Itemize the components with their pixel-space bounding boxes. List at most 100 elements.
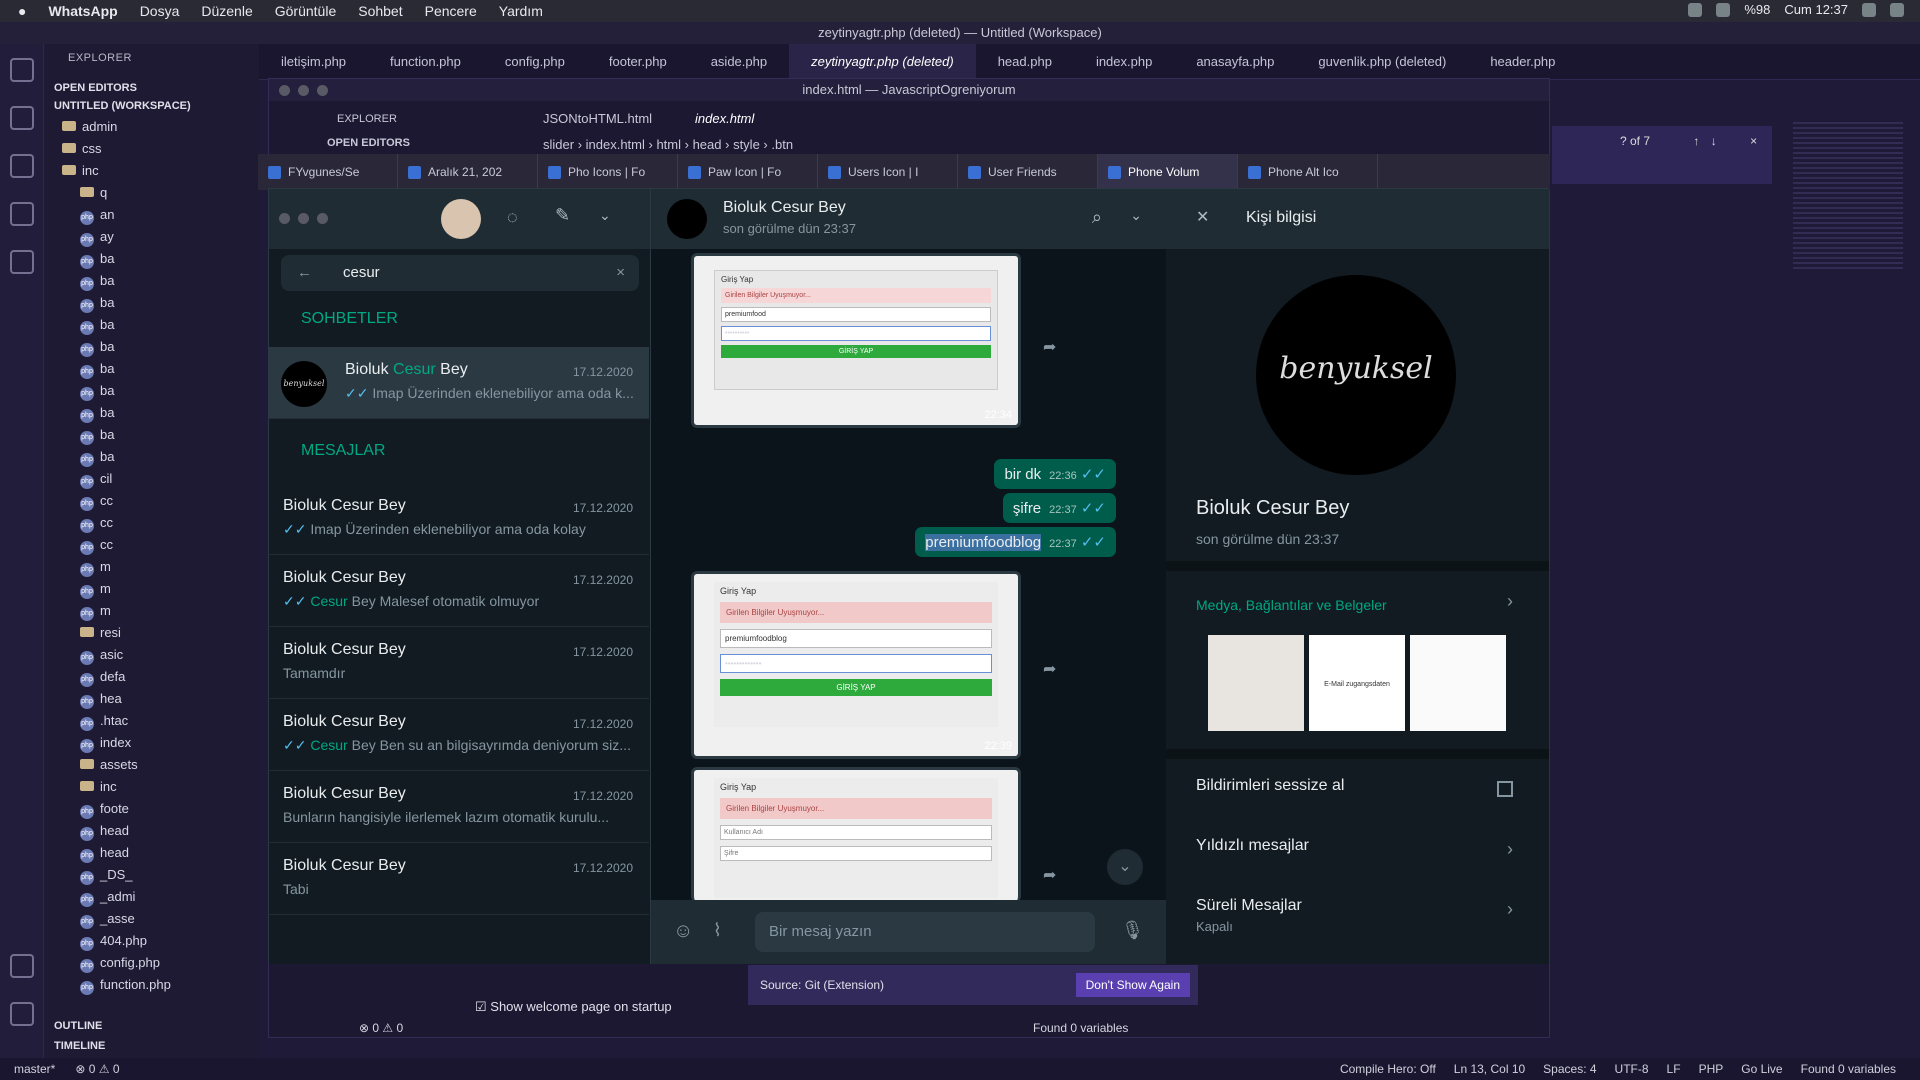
- timeline-section[interactable]: TIMELINE: [44, 1034, 105, 1052]
- wa-close-dot[interactable]: [279, 213, 290, 224]
- menu-view[interactable]: Görüntüle: [275, 3, 336, 19]
- browser-tab[interactable]: User Friends: [958, 154, 1098, 190]
- file-tree-item[interactable]: _admi: [52, 886, 259, 908]
- file-tree-item[interactable]: ba: [52, 248, 259, 270]
- search-icon[interactable]: [10, 106, 34, 130]
- file-tree-item[interactable]: ba: [52, 402, 259, 424]
- find-widget[interactable]: ? of 7 ↑ ↓ ×: [1552, 126, 1772, 184]
- run-debug-icon[interactable]: [10, 202, 34, 226]
- file-tree-item[interactable]: cil: [52, 468, 259, 490]
- file-tree-item[interactable]: resi: [52, 622, 259, 644]
- message-result-row[interactable]: Bioluk Cesur Bey 17.12.2020 ✓✓ Cesur Bey M…: [269, 555, 649, 627]
- open-editors-section[interactable]: OPEN EDITORS: [44, 76, 259, 94]
- eol-status[interactable]: LF: [1667, 1062, 1681, 1076]
- file-tree-item[interactable]: inc: [52, 776, 259, 798]
- file-tree-item[interactable]: ba: [52, 424, 259, 446]
- my-avatar[interactable]: [441, 199, 481, 239]
- emoji-icon[interactable]: ☺: [673, 920, 693, 943]
- browser-tab[interactable]: Users Icon | I: [818, 154, 958, 190]
- file-tree-item[interactable]: head: [52, 820, 259, 842]
- editor-tab[interactable]: zeytinyagtr.php (deleted): [789, 43, 976, 80]
- forward-icon[interactable]: ➦: [1043, 337, 1056, 357]
- arrow-up-icon[interactable]: ↑: [1693, 134, 1699, 148]
- disappearing-messages-row[interactable]: Süreli Mesajlar Kapalı ›: [1166, 879, 1549, 951]
- breadcrumb-item[interactable]: style: [733, 137, 760, 152]
- dont-show-again-button[interactable]: Don't Show Again: [1075, 973, 1190, 997]
- search-icon[interactable]: [1862, 2, 1876, 17]
- outgoing-message[interactable]: bir dk 22:36 ✓✓: [994, 459, 1116, 489]
- menu-app-name[interactable]: WhatsApp: [48, 3, 117, 19]
- compile-hero-status[interactable]: Compile Hero: Off: [1340, 1062, 1436, 1076]
- editor-tab[interactable]: header.php: [1468, 54, 1577, 69]
- language-status[interactable]: PHP: [1699, 1062, 1724, 1076]
- encoding-status[interactable]: UTF-8: [1615, 1062, 1649, 1076]
- message-input[interactable]: Bir mesaj yazın: [755, 912, 1095, 952]
- file-tree-item[interactable]: head: [52, 842, 259, 864]
- file-tree-item[interactable]: assets: [52, 754, 259, 776]
- contact-avatar[interactable]: [667, 199, 707, 239]
- account-icon[interactable]: [10, 954, 34, 978]
- gear-icon[interactable]: [10, 1002, 34, 1026]
- browser-tab[interactable]: Pho Icons | Fo: [538, 154, 678, 190]
- file-tree-item[interactable]: css: [52, 138, 259, 160]
- breadcrumb-item[interactable]: index.html: [586, 137, 645, 152]
- editor-tab[interactable]: footer.php: [587, 54, 689, 69]
- file-tree-item[interactable]: ba: [52, 314, 259, 336]
- profile-avatar[interactable]: benyuksel: [1256, 275, 1456, 475]
- breadcrumb-item[interactable]: head: [693, 137, 722, 152]
- branch-status[interactable]: master*: [14, 1062, 55, 1076]
- image-message[interactable]: Giriş Yap Girilen Bilgiler Uyuşmuyor... …: [691, 253, 1021, 428]
- editor-tab[interactable]: head.php: [976, 54, 1074, 69]
- file-tree-item[interactable]: ay: [52, 226, 259, 248]
- scroll-down-button[interactable]: ⌄: [1107, 849, 1143, 885]
- browser-tab[interactable]: Paw Icon | Fo: [678, 154, 818, 190]
- file-tree-item[interactable]: function.php: [52, 974, 259, 996]
- indent-status[interactable]: Spaces: 4: [1543, 1062, 1596, 1076]
- control-center-icon[interactable]: [1890, 2, 1904, 17]
- editor-tab[interactable]: guvenlik.php (deleted): [1296, 54, 1468, 69]
- media-section[interactable]: Medya, Bağlantılar ve Belgeler › E-Mail …: [1166, 571, 1549, 759]
- browser-tab[interactable]: Phone Alt Ico: [1238, 154, 1378, 190]
- file-tree-item[interactable]: foote: [52, 798, 259, 820]
- apple-icon[interactable]: ●: [18, 3, 26, 19]
- message-result-row[interactable]: Bioluk Cesur Bey 17.12.2020 Tamamdır: [269, 627, 649, 699]
- go-live-status[interactable]: Go Live: [1741, 1062, 1782, 1076]
- file-tree-item[interactable]: asic: [52, 644, 259, 666]
- new-chat-icon[interactable]: ✎: [555, 205, 570, 226]
- back-arrow-icon[interactable]: ←: [297, 255, 312, 291]
- wifi-icon[interactable]: [1688, 2, 1703, 17]
- file-tree-item[interactable]: hea: [52, 688, 259, 710]
- menu-file[interactable]: Dosya: [140, 3, 180, 19]
- browser-tab[interactable]: Aralık 21, 202: [398, 154, 538, 190]
- minimap[interactable]: [1793, 122, 1903, 272]
- file-tree-item[interactable]: cc: [52, 490, 259, 512]
- editor-tab[interactable]: anasayfa.php: [1174, 54, 1296, 69]
- menu-window[interactable]: Pencere: [425, 3, 477, 19]
- close-icon[interactable]: ×: [1750, 134, 1757, 148]
- breadcrumb[interactable]: slider › index.html › html › head › styl…: [543, 137, 793, 152]
- cursor-position[interactable]: Ln 13, Col 10: [1454, 1062, 1525, 1076]
- file-tree-item[interactable]: cc: [52, 534, 259, 556]
- file-tree-item[interactable]: ba: [52, 270, 259, 292]
- volume-icon[interactable]: [1716, 2, 1731, 17]
- mute-notifications-row[interactable]: Bildirimleri sessize al: [1166, 759, 1549, 819]
- image-message[interactable]: Giriş Yap Girilen Bilgiler Uyuşmuyor... …: [691, 571, 1021, 759]
- editor-tab[interactable]: iletişim.php: [259, 54, 368, 69]
- file-tree-item[interactable]: ba: [52, 446, 259, 468]
- file-tree-item[interactable]: .htac: [52, 710, 259, 732]
- battery-percent[interactable]: %98: [1744, 2, 1770, 17]
- file-tree-item[interactable]: ba: [52, 358, 259, 380]
- tab-index-html[interactable]: index.html: [695, 111, 754, 126]
- outline-section[interactable]: OUTLINE: [44, 1014, 102, 1032]
- file-tree-item[interactable]: 404.php: [52, 930, 259, 952]
- source-control-icon[interactable]: [10, 154, 34, 178]
- forward-icon[interactable]: ➦: [1043, 659, 1056, 679]
- microphone-icon[interactable]: 🎙: [1121, 920, 1144, 941]
- message-result-row[interactable]: Bioluk Cesur Bey 17.12.2020 ✓✓ Cesur Bey B…: [269, 699, 649, 771]
- close-icon[interactable]: ✕: [1196, 207, 1209, 227]
- file-tree-item[interactable]: config.php: [52, 952, 259, 974]
- menu-help[interactable]: Yardım: [499, 3, 543, 19]
- min-dot[interactable]: [298, 85, 309, 96]
- tab-jsontohtml[interactable]: JSONtoHTML.html: [543, 111, 652, 126]
- top-chat-row[interactable]: benyuksel Bioluk Cesur Bey 17.12.2020 ✓✓…: [269, 347, 649, 419]
